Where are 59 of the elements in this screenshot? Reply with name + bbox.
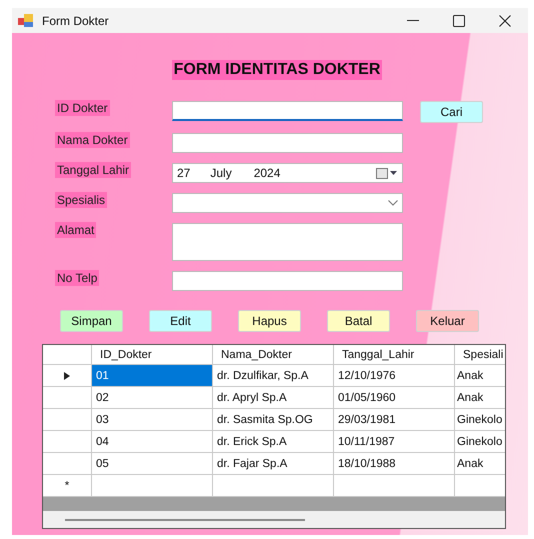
- table-cell[interactable]: [92, 475, 213, 497]
- row-header-cell[interactable]: [43, 409, 92, 431]
- minimize-icon[interactable]: [407, 20, 419, 21]
- column-header[interactable]: Nama_Dokter: [213, 345, 334, 365]
- row-header-cell: [43, 345, 92, 365]
- row-header-cell[interactable]: *: [43, 475, 92, 497]
- table-cell[interactable]: 01/05/1960: [334, 387, 455, 409]
- table-cell[interactable]: 04: [92, 431, 213, 453]
- app-icon: [18, 14, 34, 28]
- text-field[interactable]: [172, 133, 403, 153]
- table-cell[interactable]: dr. Fajar Sp.A: [213, 453, 334, 475]
- table-cell[interactable]: 18/10/1988: [334, 453, 455, 475]
- field-label: Spesialis: [55, 192, 108, 208]
- action-button[interactable]: Hapus: [238, 310, 301, 332]
- table-cell[interactable]: 02: [92, 387, 213, 409]
- table-cell[interactable]: dr. Dzulfikar, Sp.A: [213, 365, 334, 387]
- text-field[interactable]: [172, 271, 403, 291]
- address-field[interactable]: [172, 223, 403, 261]
- action-button[interactable]: Keluar: [416, 310, 479, 332]
- table-cell[interactable]: dr. Apryl Sp.A: [213, 387, 334, 409]
- year-text: 2024: [254, 166, 280, 180]
- table-cell[interactable]: 29/03/1981: [334, 409, 455, 431]
- table-cell[interactable]: 03: [92, 409, 213, 431]
- action-button[interactable]: Simpan: [60, 310, 123, 332]
- day-text: 27: [177, 166, 190, 180]
- date-picker[interactable]: 27 July 2024: [172, 163, 403, 183]
- column-header[interactable]: Tanggal_Lahir: [334, 345, 455, 365]
- field-label: Nama Dokter: [55, 132, 130, 148]
- table-cell[interactable]: [334, 475, 455, 497]
- table-cell[interactable]: dr. Sasmita Sp.OG: [213, 409, 334, 431]
- field-label: No Telp: [55, 270, 100, 286]
- month-text: July: [210, 166, 232, 180]
- dropdown-field[interactable]: [172, 193, 403, 213]
- calendar-dropdown-icon[interactable]: [376, 168, 398, 178]
- table-cell[interactable]: [213, 475, 334, 497]
- column-header[interactable]: ID_Dokter: [92, 345, 213, 365]
- table-cell[interactable]: 05: [92, 453, 213, 475]
- search-button[interactable]: Cari: [420, 101, 483, 123]
- text-field[interactable]: [172, 101, 403, 121]
- form-heading: FORM IDENTITAS DOKTER: [172, 60, 382, 80]
- chevron-down-icon: [388, 200, 398, 206]
- field-label: Tanggal Lahir: [55, 162, 132, 178]
- close-icon[interactable]: [499, 14, 511, 26]
- table-cell[interactable]: 01: [92, 365, 213, 387]
- row-header-cell[interactable]: [43, 431, 92, 453]
- row-header-cell[interactable]: [43, 387, 92, 409]
- field-label: Alamat: [55, 222, 96, 238]
- table-cell[interactable]: 10/11/1987: [334, 431, 455, 453]
- field-label: ID Dokter: [55, 100, 110, 116]
- row-header-cell[interactable]: [43, 453, 92, 475]
- table-cell[interactable]: 12/10/1976: [334, 365, 455, 387]
- scrollbar-thumb[interactable]: [65, 518, 305, 520]
- row-header-cell[interactable]: [43, 365, 92, 387]
- new-row-marker: *: [64, 480, 70, 492]
- action-button[interactable]: Edit: [149, 310, 212, 332]
- maximize-icon[interactable]: [453, 14, 465, 26]
- table-cell[interactable]: dr. Erick Sp.A: [213, 431, 334, 453]
- action-button[interactable]: Batal: [327, 310, 390, 332]
- window-title: Form Dokter: [42, 14, 110, 28]
